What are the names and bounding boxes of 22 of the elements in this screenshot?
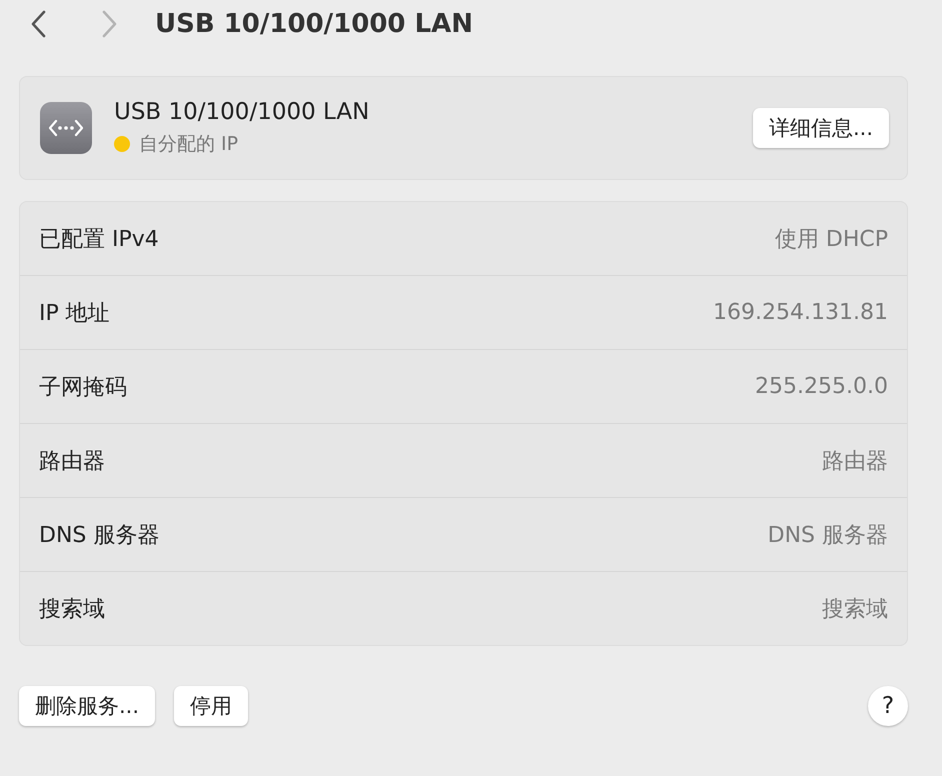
details-button[interactable]: 详细信息... (752, 108, 889, 148)
service-name: USB 10/100/1000 LAN (114, 99, 370, 125)
row-value: 255.255.0.0 (755, 374, 888, 399)
row-label: 路由器 (39, 448, 105, 476)
row-value: 169.254.131.81 (713, 300, 888, 325)
page-title: USB 10/100/1000 LAN (155, 9, 474, 39)
help-button[interactable]: ? (868, 686, 908, 726)
action-button[interactable]: 停用 (174, 686, 248, 726)
chevron-left-icon (30, 10, 46, 38)
row-label: 搜索域 (39, 596, 105, 624)
action-button[interactable]: 删除服务... (19, 686, 156, 726)
row-label: 子网掩码 (39, 374, 127, 402)
ethernet-icon (40, 102, 92, 154)
status-text: 自分配的 IP (139, 132, 238, 157)
row-label: IP 地址 (39, 300, 110, 328)
row-label: 已配置 IPv4 (39, 226, 159, 254)
row-value: 使用 DHCP (774, 226, 888, 254)
chevron-right-icon (102, 10, 118, 38)
row-value: 路由器 (822, 448, 888, 476)
row-value: 搜索域 (822, 596, 888, 624)
row-label: DNS 服务器 (39, 522, 160, 550)
row-value: DNS 服务器 (768, 522, 888, 550)
